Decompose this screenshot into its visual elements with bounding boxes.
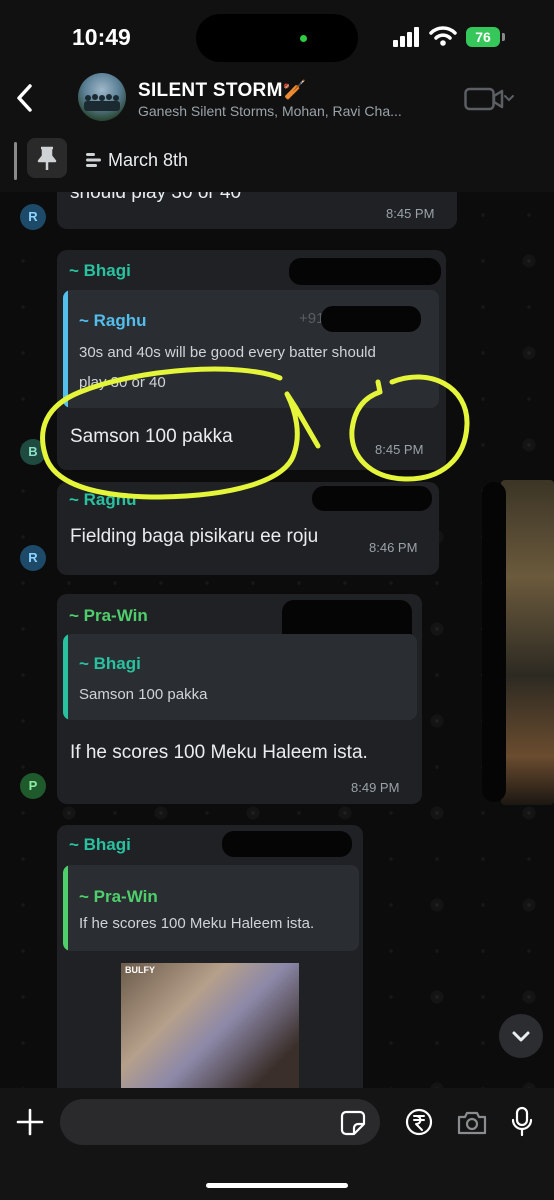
message-input[interactable] <box>60 1099 380 1145</box>
pin-icon <box>37 146 57 170</box>
status-time: 10:49 <box>72 24 131 50</box>
battery-tip <box>502 33 505 41</box>
group-title[interactable]: SILENT STORM🏏 <box>138 78 307 102</box>
quote-sender: ~ Bhagi <box>79 654 141 673</box>
media-watermark: BULFY <box>125 965 155 975</box>
pin-indicator-line <box>14 142 17 180</box>
redaction-mark <box>222 831 352 857</box>
gif-media[interactable]: BULFY <box>121 963 299 1088</box>
quoted-message[interactable]: ~ Bhagi Samson 100 pakka <box>63 634 417 720</box>
message-time: 8:49 PM <box>351 780 400 795</box>
quote-text: If he scores 100 Meku Haleem ista. <box>79 915 315 932</box>
camera-indicator-dot <box>300 35 307 42</box>
cellular-signal-icon <box>393 27 419 47</box>
composer-bar <box>0 1088 554 1200</box>
group-avatar[interactable] <box>78 73 126 121</box>
microphone-icon[interactable] <box>510 1106 534 1138</box>
scroll-down-button[interactable] <box>499 1014 543 1058</box>
image-thumbnail[interactable] <box>501 480 554 805</box>
redaction-mark <box>482 482 506 802</box>
chat-header: SILENT STORM🏏 Ganesh Silent Storms, Moha… <box>0 70 554 132</box>
quote-accent-bar <box>63 634 68 720</box>
group-members[interactable]: Ganesh Silent Storms, Mohan, Ravi Cha... <box>138 103 438 119</box>
video-call-icon[interactable] <box>464 86 516 112</box>
camera-icon[interactable] <box>456 1110 488 1136</box>
pinned-date: March 8th <box>108 150 189 170</box>
chat-area[interactable]: should play 30 or 40 8:45 PM R ~ Bhagi ~… <box>0 192 554 1088</box>
quote-accent-bar <box>63 865 68 951</box>
pinned-message-bar[interactable]: March 8th <box>0 132 554 192</box>
rupee-icon[interactable] <box>405 1108 433 1136</box>
battery-indicator: 76 <box>466 27 500 47</box>
sender-name[interactable]: ~ Bhagi <box>69 835 131 855</box>
list-icon <box>86 153 101 167</box>
group-photo-figures <box>84 94 120 111</box>
scroll-down-icon <box>512 1031 530 1042</box>
sender-name[interactable]: ~ Pra-Win <box>69 606 148 626</box>
wifi-icon <box>429 26 457 46</box>
quoted-message[interactable]: ~ Pra-Win If he scores 100 Meku Haleem i… <box>63 865 359 951</box>
back-chevron-icon[interactable] <box>14 82 36 114</box>
status-bar: 10:49 76 <box>0 0 554 70</box>
quote-text: Samson 100 pakka <box>79 686 208 703</box>
message-text: If he scores 100 Meku Haleem ista. <box>70 742 368 763</box>
dynamic-island <box>196 14 358 62</box>
quote-sender: ~ Pra-Win <box>79 887 158 906</box>
avatar[interactable]: P <box>20 773 46 799</box>
plus-icon[interactable] <box>14 1106 46 1138</box>
sticker-icon[interactable] <box>340 1110 366 1136</box>
home-indicator <box>206 1183 348 1188</box>
pin-button[interactable] <box>27 138 67 178</box>
message-bubble[interactable]: ~ Pra-Win ~ Bhagi Samson 100 pakka If he… <box>57 594 422 804</box>
